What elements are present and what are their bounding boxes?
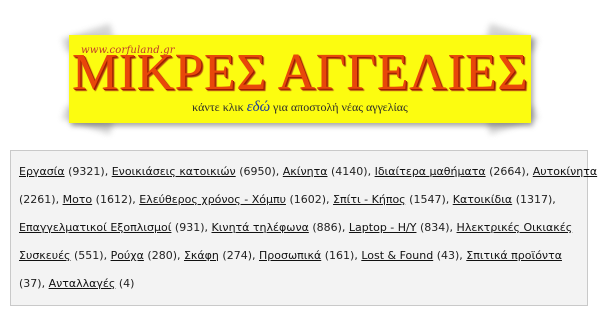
category-count: (1612), <box>95 193 136 206</box>
category-link[interactable]: Ηλεκτρικές Οικιακές <box>457 221 573 234</box>
category-line: (37), Ανταλλαγές (4) <box>19 277 134 290</box>
categories-panel: Εργασία (9321), Ενοικιάσεις κατοικιών (6… <box>10 150 597 306</box>
banner: www.corfuland.gr ΜΙΚΡΕΣ ΑΓΓΕΛΙΕΣ κάντε κ… <box>62 23 538 135</box>
banner-title: ΜΙΚΡΕΣ ΑΓΓΕΛΙΕΣ <box>71 44 529 101</box>
category-line: Συσκευές (551), Ρούχα (280), Σκάφη (274)… <box>19 249 562 262</box>
category-link[interactable]: Lost & Found <box>361 249 433 262</box>
category-count: (1317), <box>515 193 556 206</box>
subtitle-before: κάντε κλικ <box>192 100 247 114</box>
category-link[interactable]: Κινητά τηλέφωνα <box>212 221 309 234</box>
category-link[interactable]: Εργασία <box>19 165 65 178</box>
category-count: (1602), <box>289 193 330 206</box>
category-line: (2261), Μοτο (1612), Ελεύθερος χρόνος - … <box>19 193 556 206</box>
category-link[interactable]: Προσωπικά <box>259 249 321 262</box>
category-link[interactable]: Σπίτι - Κήπος <box>333 193 406 206</box>
category-count: (4) <box>118 277 135 290</box>
category-count: (6950), <box>239 165 280 178</box>
category-count: (551), <box>73 249 108 262</box>
category-link[interactable]: Ρούχα <box>111 249 144 262</box>
category-link[interactable]: Επαγγελματικοί Εξοπλισμοί <box>19 221 171 234</box>
category-count: (4140), <box>331 165 372 178</box>
category-count: (2261), <box>19 193 60 206</box>
banner-subtitle: κάντε κλικ εδώ για αποστολή νέας αγγελία… <box>69 99 531 116</box>
category-count: (931), <box>174 221 208 234</box>
category-line: Εργασία (9321), Ενοικιάσεις κατοικιών (6… <box>19 165 597 178</box>
category-count: (9321), <box>68 165 109 178</box>
category-count: (43), <box>436 249 463 262</box>
category-count: (37), <box>19 277 46 290</box>
category-link[interactable]: Μοτο <box>63 193 93 206</box>
category-line: Επαγγελματικοί Εξοπλισμοί (931), Κινητά … <box>19 221 572 234</box>
category-link[interactable]: Κατοικίδια <box>453 193 512 206</box>
category-count: (834), <box>419 221 454 234</box>
category-count: (280), <box>147 249 181 262</box>
category-link[interactable]: Σκάφη <box>184 249 219 262</box>
banner-box: www.corfuland.gr ΜΙΚΡΕΣ ΑΓΓΕΛΙΕΣ κάντε κ… <box>69 35 531 123</box>
category-count: (886), <box>312 221 346 234</box>
category-count: (274), <box>222 249 256 262</box>
post-ad-link[interactable]: εδώ <box>247 99 270 115</box>
category-link[interactable]: Ενοικιάσεις κατοικιών <box>112 165 236 178</box>
category-link[interactable]: Ιδιαίτερα μαθήματα <box>375 165 486 178</box>
subtitle-after: για αποστολή νέας αγγελίας <box>270 100 408 114</box>
category-count: (2664), <box>489 165 530 178</box>
category-link[interactable]: Συσκευές <box>19 249 70 262</box>
category-link[interactable]: Ελεύθερος χρόνος - Χόμπυ <box>139 193 286 206</box>
category-count: (161), <box>324 249 358 262</box>
category-link[interactable]: Ανταλλαγές <box>49 277 116 290</box>
category-link[interactable]: Αυτοκίνητα <box>533 165 597 178</box>
category-link[interactable]: Laptop - H/Y <box>349 221 417 234</box>
category-count: (1547), <box>409 193 450 206</box>
category-link[interactable]: Σπιτικά προϊόντα <box>466 249 562 262</box>
category-link[interactable]: Ακίνητα <box>283 165 328 178</box>
